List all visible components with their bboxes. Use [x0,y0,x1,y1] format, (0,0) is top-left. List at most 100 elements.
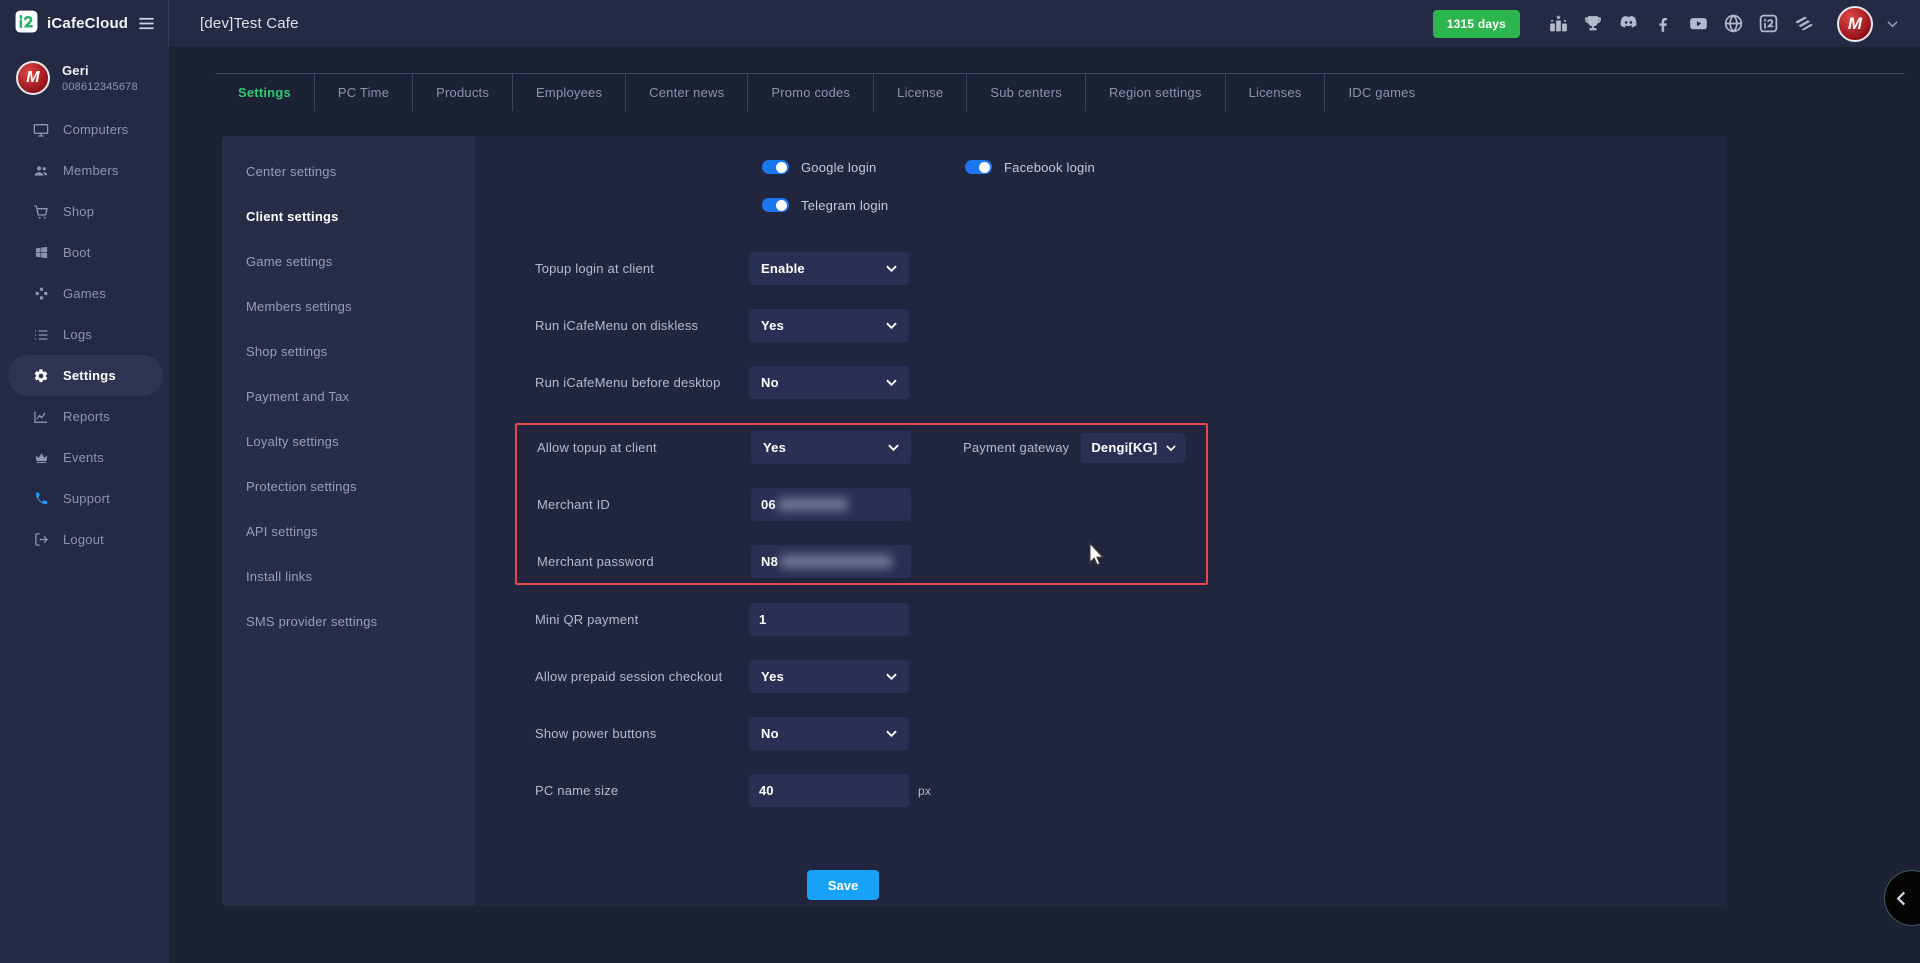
sidebar-item-label: Reports [63,409,110,424]
sidebar-item-label: Boot [63,245,91,260]
pc-name-size-input[interactable] [749,774,909,807]
page-title: [dev]Test Cafe [200,15,299,32]
sidebar-item-reports[interactable]: Reports [8,396,163,437]
logout-icon [32,532,50,547]
form-row-topup-login: Topup login at client Enable [535,252,1687,285]
ranking-icon[interactable] [1546,12,1570,36]
monitor-icon [32,122,50,138]
sidebar-item-label: Logout [63,532,104,547]
icafemenu-diskless-select[interactable]: Yes [749,309,909,342]
discord-icon[interactable] [1616,12,1640,36]
tab-licenses[interactable]: Licenses [1225,74,1325,111]
sidebar-item-settings[interactable]: Settings [8,355,163,396]
user-phone: 008612345678 [62,81,138,93]
sidebar-user: M Geri 008612345678 [0,61,169,95]
payment-gateway-select[interactable]: Dengi[KG] [1081,433,1186,463]
sidebar-item-label: Shop [63,204,94,219]
sidebar-item-shop[interactable]: Shop [8,191,163,232]
mini-qr-payment-input[interactable] [749,603,909,636]
facebook-icon[interactable] [1651,12,1675,36]
tab-center-news[interactable]: Center news [625,74,747,111]
tab-employees[interactable]: Employees [512,74,625,111]
sidebar-item-support[interactable]: Support [8,478,163,519]
chevron-down-icon [886,322,897,329]
telegram-login-toggle[interactable] [762,198,789,212]
chevron-down-icon [886,730,897,737]
nav-center-settings[interactable]: Center settings [222,149,475,194]
save-button[interactable]: Save [807,870,879,900]
facebook-login-toggle[interactable] [965,160,992,174]
nav-api-settings[interactable]: API settings [222,509,475,554]
tabs-bar: Settings PC Time Products Employees Cent… [215,73,1905,111]
icafemenu-before-desktop-select[interactable]: No [749,366,909,399]
youtube-icon[interactable] [1686,12,1710,36]
globe-icon[interactable] [1721,12,1745,36]
field-label: Allow prepaid session checkout [535,669,749,684]
field-label: Payment gateway [963,440,1069,455]
nav-game-settings[interactable]: Game settings [222,239,475,284]
topbar-icons [1546,12,1815,36]
form-row-diskless: Run iCafeMenu on diskless Yes [535,309,1687,342]
nav-shop-settings[interactable]: Shop settings [222,329,475,374]
trophy-icon[interactable] [1581,12,1605,36]
sidebar-item-label: Games [63,286,106,301]
chevron-down-icon[interactable] [1887,20,1898,28]
tab-sub-centers[interactable]: Sub centers [966,74,1085,111]
field-label: Show power buttons [535,726,749,741]
user-avatar[interactable]: M [1837,6,1873,42]
tab-products[interactable]: Products [412,74,512,111]
sidebar-item-logout[interactable]: Logout [8,519,163,560]
sidebar-item-logs[interactable]: Logs [8,314,163,355]
hamburger-menu-icon[interactable] [137,14,156,33]
cart-icon [32,204,50,220]
tab-promo-codes[interactable]: Promo codes [747,74,873,111]
chart-icon [32,409,50,425]
form-row-mini-qr: Mini QR payment [535,603,1687,636]
sidebar-item-label: Logs [63,327,92,342]
phone-icon [32,491,50,506]
crown-icon [32,450,50,465]
license-days-badge[interactable]: 1315 days [1433,10,1520,38]
tab-pc-time[interactable]: PC Time [314,74,412,111]
nav-client-settings[interactable]: Client settings [222,194,475,239]
sidebar-item-games[interactable]: Games [8,273,163,314]
nav-protection-settings[interactable]: Protection settings [222,464,475,509]
google-login-toggle[interactable] [762,160,789,174]
tab-idc-games[interactable]: IDC games [1324,74,1438,111]
nav-sms-provider-settings[interactable]: SMS provider settings [222,599,475,644]
chevron-down-icon [886,265,897,272]
merchant-id-input[interactable]: 06 [751,488,911,521]
toggle-label: Telegram login [801,198,888,213]
sidebar-avatar[interactable]: M [16,61,50,95]
tab-settings[interactable]: Settings [215,74,314,111]
field-label: Run iCafeMenu before desktop [535,375,749,390]
topup-login-select[interactable]: Enable [749,252,909,285]
sidebar: M Geri 008612345678 Computers Members Sh… [0,47,169,963]
tab-license[interactable]: License [873,74,966,111]
nav-install-links[interactable]: Install links [222,554,475,599]
icafecloud-icon[interactable] [1756,12,1780,36]
power-buttons-select[interactable]: No [749,717,909,750]
chevron-down-icon [886,379,897,386]
merchant-password-input[interactable]: N8 [751,545,911,578]
nav-members-settings[interactable]: Members settings [222,284,475,329]
sidebar-item-computers[interactable]: Computers [8,109,163,150]
sidebar-item-boot[interactable]: Boot [8,232,163,273]
allow-topup-select[interactable]: Yes [751,431,911,464]
field-label: Run iCafeMenu on diskless [535,318,749,333]
prepaid-checkout-select[interactable]: Yes [749,660,909,693]
form-row-power-buttons: Show power buttons No [535,717,1687,750]
partners-icon[interactable] [1791,12,1815,36]
nav-payment-and-tax[interactable]: Payment and Tax [222,374,475,419]
content-area: Settings PC Time Products Employees Cent… [169,47,1920,963]
tab-region-settings[interactable]: Region settings [1085,74,1225,111]
client-settings-form: Google login Facebook login Telegram log… [475,136,1727,906]
sidebar-item-events[interactable]: Events [8,437,163,478]
logo-text: iCafeCloud [47,15,137,32]
windows-icon [32,245,50,260]
sidebar-item-members[interactable]: Members [8,150,163,191]
nav-loyalty-settings[interactable]: Loyalty settings [222,419,475,464]
sidebar-item-label: Computers [63,122,128,137]
sidebar-item-label: Events [63,450,104,465]
blurred-value [780,555,892,568]
